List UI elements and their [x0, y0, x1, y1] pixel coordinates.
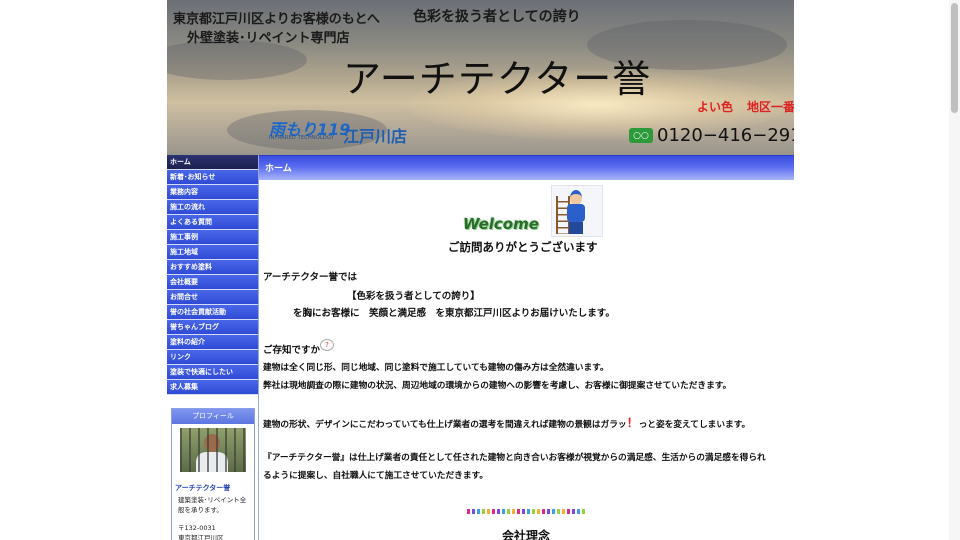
exclamation-mark: ！ [626, 416, 639, 430]
nav-news[interactable]: 新着･お知らせ [167, 170, 258, 185]
avatar[interactable] [180, 428, 246, 472]
site-header: 東京都江戸川区よりお客様のもとへ 色彩を扱う者としての誇り 外壁塗装･リペイント… [167, 0, 794, 155]
nav-paint-intro[interactable]: 塗料の紹介 [167, 335, 258, 350]
free-dial-icon: ○○ [629, 128, 653, 143]
nav-social[interactable]: 誉の社会貢献活動 [167, 305, 258, 320]
profile-description: 建築塗装･リペイント全般を承ります。 [178, 496, 247, 514]
painter-illustration [551, 185, 603, 237]
paragraph-5: るように提案し、自社職人にて施工させていただきます。 [263, 471, 489, 481]
nav-services[interactable]: 業務内容 [167, 185, 258, 200]
page-scrollbar[interactable] [949, 0, 960, 540]
paragraph-3: 建物の形状、デザインにこだわっていても仕上げ業者の選考を間違えれば建物の景観はガ… [263, 416, 751, 430]
nav-company[interactable]: 会社概要 [167, 275, 258, 290]
decorative-divider [467, 509, 585, 514]
paragraph-4: 『アーチテクター誉』は仕上げ業者の責任として任された建物と向き合いお客様が視覚か… [263, 453, 766, 463]
profile-zip: 〒132-0031 [178, 524, 216, 532]
amamori-logo[interactable]: 雨もり119 INFRARED TECHNOLOGY [269, 116, 350, 141]
page-frame: 東京都江戸川区よりお客様のもとへ 色彩を扱う者としての誇り 外壁塗装･リペイント… [167, 0, 794, 540]
profile-address: 東京都江戸川区 [178, 534, 224, 540]
slogan-district-best: 地区一番 [747, 100, 794, 114]
nav-faq[interactable]: よくある質問 [167, 215, 258, 230]
nav-blog[interactable]: 誉ちゃんブログ [167, 320, 258, 335]
question-bubble-icon: ? [320, 339, 334, 351]
greeting-text: ご訪問ありがとうございます [448, 240, 598, 254]
profile-heading: プロフィール [172, 409, 254, 424]
header-tagline: 東京都江戸川区よりお客様のもとへ [173, 12, 380, 27]
nav-comfort[interactable]: 塗装で快適にしたい [167, 365, 258, 380]
question-text: ご存知ですか [263, 345, 321, 356]
intro-line-1: アーチテクター誉では [263, 272, 358, 283]
nav-recommended-paint[interactable]: おすすめ塗料 [167, 260, 258, 275]
paragraph-1: 建物は全く同じ形、同じ地域、同じ塗料で施工していても建物の傷み方は全然違います。 [263, 363, 609, 373]
nav-cases[interactable]: 施工事例 [167, 230, 258, 245]
phone-number: 0120−416−291 [657, 125, 794, 146]
cloud [167, 40, 307, 80]
paragraph-2: 弊社は現地調査の際に建物の状況、周辺地域の環境からの建物への影響を考慮し、お客様… [263, 381, 732, 391]
phone-contact[interactable]: ○○ 0120−416−291 [629, 125, 794, 146]
nav-workflow[interactable]: 施工の流れ [167, 200, 258, 215]
main-content: ホーム Welcome ご訪問ありがとうございます アーチテクター誉では 【色彩… [258, 155, 794, 540]
nav-home[interactable]: ホーム [167, 155, 258, 170]
header-motto: 色彩を扱う者としての誇り [413, 9, 581, 25]
content-heading: ホーム [259, 155, 794, 180]
intro-line-3: を胸にお客様に 笑顔と満足感 を東京都江戸川区よりお届けいたします。 [293, 308, 615, 319]
nav-contact[interactable]: お問合せ [167, 290, 258, 305]
site-title[interactable]: アーチテクター誉 [343, 48, 651, 103]
slogan-good-color: よい色 [697, 100, 734, 114]
nav-recruit[interactable]: 求人募集 [167, 380, 258, 395]
profile-box: プロフィール アーチテクター誉 建築塗装･リペイント全般を承ります。 〒132-… [171, 408, 255, 540]
logo-subtext: INFRARED TECHNOLOGY [269, 135, 335, 141]
sidebar-nav: ホーム 新着･お知らせ 業務内容 施工の流れ よくある質問 施工事例 施工地域 … [167, 155, 258, 395]
nav-area[interactable]: 施工地域 [167, 245, 258, 260]
welcome-banner: Welcome [463, 215, 539, 233]
company-philosophy-heading: 会社理念 [502, 529, 551, 540]
profile-name[interactable]: アーチテクター誉 [175, 483, 230, 493]
scrollbar-thumb[interactable] [951, 3, 958, 113]
intro-line-2: 【色彩を扱う者としての誇り】 [347, 291, 480, 302]
nav-links[interactable]: リンク [167, 350, 258, 365]
branch-name: 江戸川店 [343, 127, 408, 146]
header-subtitle: 外壁塗装･リペイント専門店 [187, 31, 350, 46]
